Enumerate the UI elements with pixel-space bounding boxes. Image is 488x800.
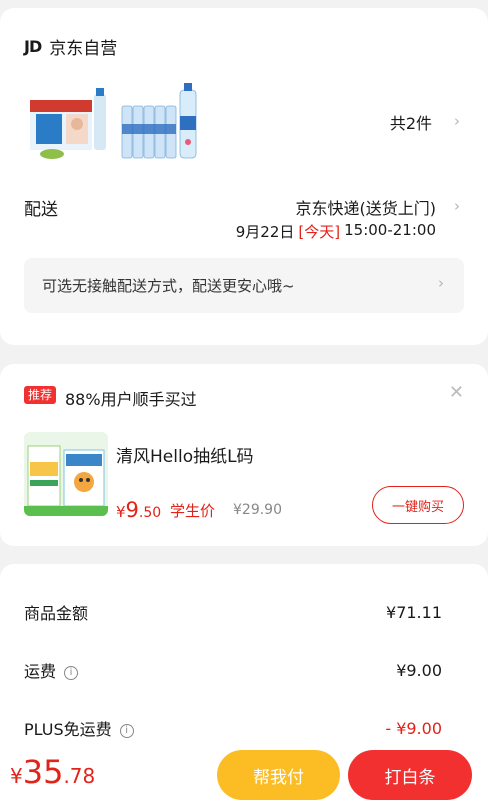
- recommend-card: 推荐 88%用户顺手买过 ✕ 清风Hello抽纸L码 ¥ 9 .50 学生价 ¥…: [0, 364, 488, 546]
- store-card: JD 京东自营 共2件 › 配送 京东快递(送货上门) › 9月22日 [今天]: [0, 8, 488, 345]
- price-decimal: .50: [138, 505, 162, 521]
- delivery-window: 15:00-21:00: [344, 221, 436, 239]
- info-icon[interactable]: i: [64, 665, 79, 680]
- chevron-right-icon: ›: [438, 274, 444, 292]
- summary-value: ¥9.00: [396, 660, 442, 680]
- total-symbol: ¥: [10, 764, 23, 788]
- info-icon[interactable]: i: [119, 723, 134, 738]
- summary-label: PLUS免运费: [24, 720, 112, 739]
- help-me-pay-button[interactable]: 帮我付: [217, 750, 340, 800]
- delivery-date: 9月22日: [235, 223, 295, 241]
- total-integer: 35: [22, 753, 64, 791]
- close-icon[interactable]: ✕: [449, 382, 464, 403]
- chevron-right-icon[interactable]: ›: [454, 197, 460, 215]
- total-price: ¥ 35 .78: [10, 753, 95, 791]
- total-decimal: .78: [63, 764, 96, 788]
- contactless-delivery-notice[interactable]: 可选无接触配送方式，配送更安心哦~ ›: [24, 258, 464, 313]
- student-price-tag: 学生价: [170, 502, 216, 520]
- price-integer: 9: [125, 498, 139, 522]
- bottom-pay-bar: ¥ 35 .78 帮我付 打白条: [0, 743, 488, 800]
- summary-value: ¥71.11: [386, 602, 442, 622]
- summary-label: 运费: [24, 662, 57, 681]
- one-click-buy-button[interactable]: 一键购买: [372, 486, 464, 524]
- delivery-time[interactable]: 9月22日 [今天] 15:00-21:00: [236, 221, 436, 242]
- price-symbol: ¥: [116, 503, 126, 521]
- recommend-text: 88%用户顺手买过: [65, 390, 197, 409]
- jd-logo: JD: [24, 37, 42, 56]
- original-price: ¥29.90: [233, 502, 282, 518]
- store-header: JD 京东自营: [24, 34, 117, 59]
- chevron-right-icon[interactable]: ›: [454, 112, 460, 130]
- baitiao-pay-button[interactable]: 打白条: [348, 750, 472, 800]
- summary-label: 商品金额: [24, 604, 89, 623]
- delivery-today-tag: [今天]: [298, 223, 341, 241]
- notice-text: 可选无接触配送方式，配送更安心哦~: [42, 277, 295, 295]
- summary-value: - ¥9.00: [385, 718, 442, 738]
- item-count[interactable]: 共2件: [390, 110, 432, 134]
- delivery-label: 配送: [24, 200, 58, 220]
- summary-row-plus-free-shipping: PLUS免运费 i - ¥9.00: [24, 716, 442, 740]
- summary-row-goods: 商品金额 ¥71.11: [24, 600, 442, 624]
- product-thumbnail-bottled-water[interactable]: [118, 80, 208, 164]
- delivery-method[interactable]: 京东快递(送货上门): [296, 195, 437, 219]
- recommend-price: ¥ 9 .50: [116, 498, 161, 522]
- product-thumbnail-tissue[interactable]: [24, 432, 108, 516]
- product-thumbnail-coconut-juice[interactable]: [22, 80, 112, 164]
- recommend-product-title[interactable]: 清风Hello抽纸L码: [116, 442, 254, 467]
- summary-row-shipping: 运费 i ¥9.00: [24, 658, 442, 682]
- store-name: 京东自营: [49, 39, 118, 59]
- recommend-badge: 推荐: [24, 386, 57, 404]
